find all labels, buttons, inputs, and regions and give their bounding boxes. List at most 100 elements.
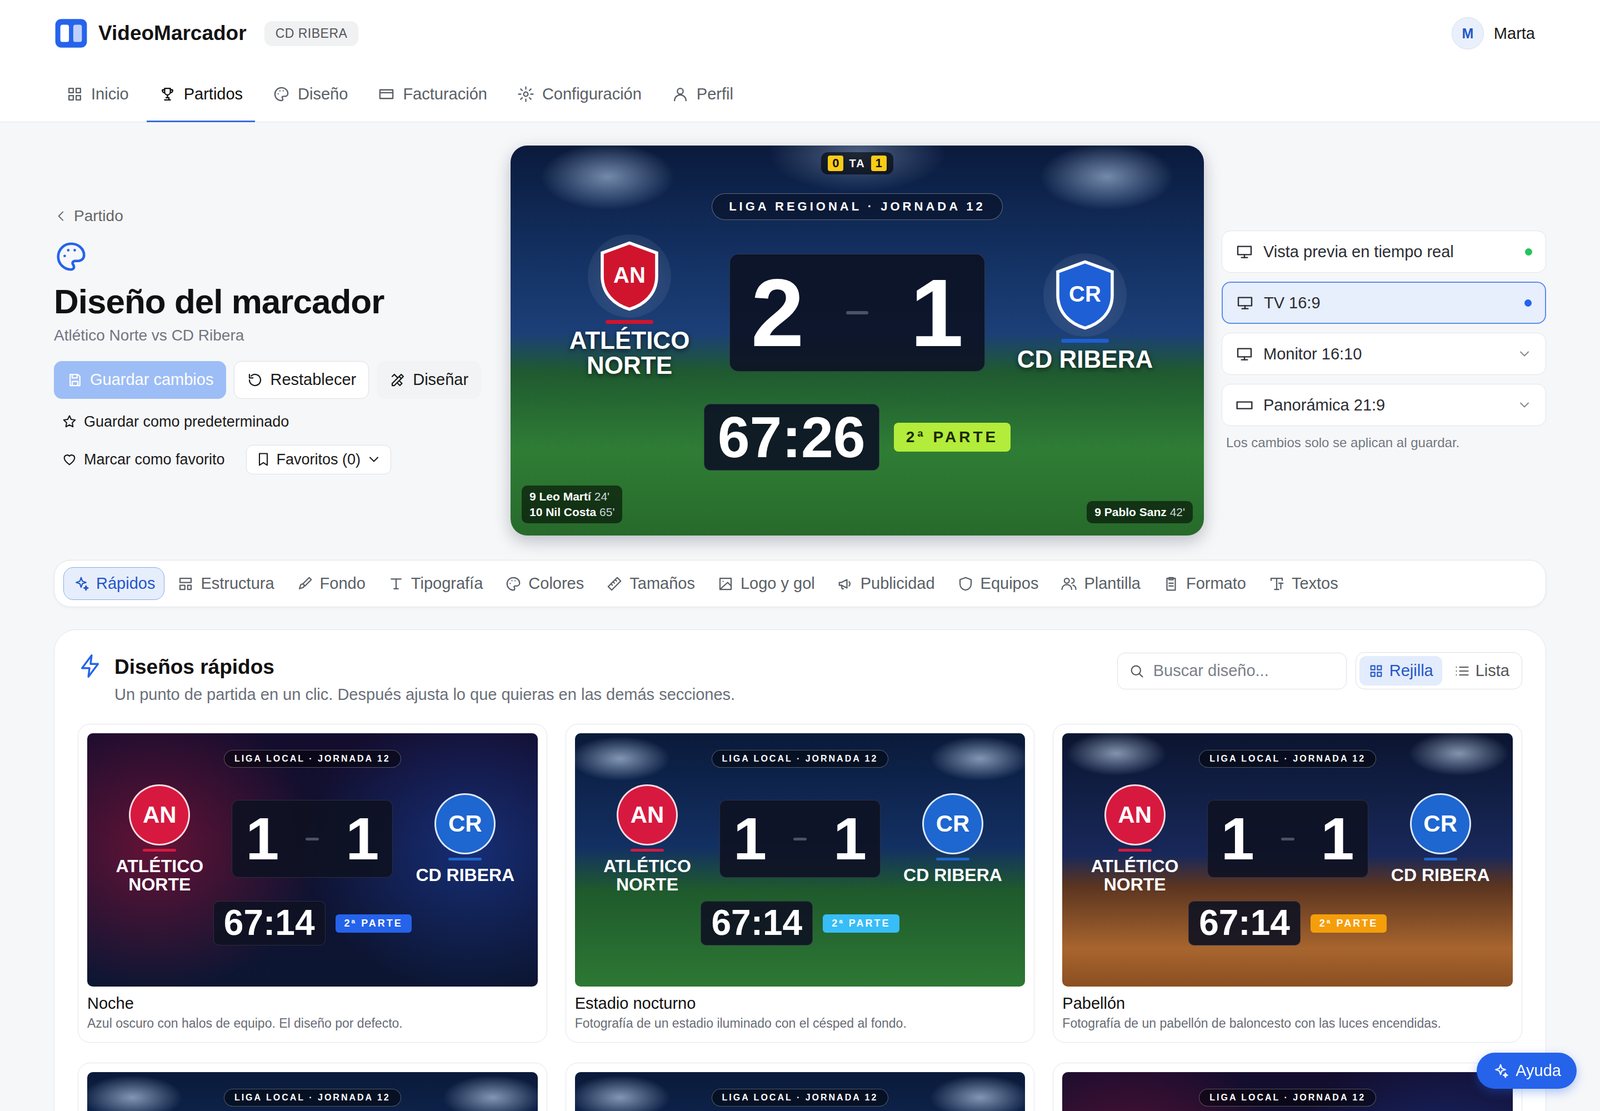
- gear-icon: [517, 85, 535, 103]
- design-card[interactable]: LIGA LOCAL · JORNADA 12ANATLÉTICO NORTEC…: [565, 723, 1035, 1043]
- back-link[interactable]: Partido: [53, 207, 493, 225]
- lightning-icon: [77, 653, 104, 679]
- reset-button[interactable]: Restablecer: [233, 361, 369, 399]
- design-card[interactable]: LIGA LOCAL · JORNADA 12: [77, 1062, 548, 1111]
- user-name: Marta: [1493, 24, 1535, 43]
- page-info: PartidoDiseño del marcadorAtlético Norte…: [53, 145, 493, 536]
- design-search[interactable]: [1117, 652, 1347, 690]
- team: CRCD RIBERA: [891, 793, 1014, 885]
- help-button[interactable]: Ayuda: [1476, 1052, 1577, 1089]
- nav-label: Configuración: [542, 85, 642, 104]
- team-name: CD RIBERA: [415, 866, 515, 885]
- team-color-bar: [1118, 848, 1152, 852]
- nav-item[interactable]: Perfil: [659, 66, 746, 122]
- user-menu[interactable]: M Marta: [1451, 17, 1535, 50]
- save-button[interactable]: Guardar cambios: [53, 361, 227, 399]
- team-color-bar: [448, 857, 482, 861]
- section-tab[interactable]: Equipos: [947, 567, 1049, 600]
- design-button[interactable]: Diseñar: [376, 361, 482, 399]
- design-card[interactable]: LIGA LOCAL · JORNADA 12: [1052, 1062, 1523, 1111]
- team-crest: AN: [616, 784, 678, 846]
- screen-option[interactable]: Panorámica 21:9: [1221, 383, 1547, 427]
- quick-designs: Diseños rápidosUn punto de partida en un…: [53, 629, 1547, 1111]
- match-clock: 67:14: [213, 901, 326, 946]
- section-tab[interactable]: Estructura: [167, 567, 284, 600]
- team-name: CD RIBERA: [903, 866, 1003, 885]
- chevron-down-icon: [366, 451, 382, 468]
- score-row: ANATLÉTICO NORTECRCD RIBERA21: [546, 234, 1169, 392]
- period-badge: 2ª PARTE: [822, 914, 899, 933]
- quick-title: Diseños rápidos: [114, 655, 735, 679]
- search-input[interactable]: [1152, 661, 1335, 681]
- section-tab[interactable]: Formato: [1153, 567, 1256, 600]
- home-score: 1: [1221, 808, 1255, 869]
- nav-item[interactable]: Facturación: [365, 66, 500, 122]
- score-separator: [305, 837, 319, 841]
- section-tab[interactable]: Plantilla: [1051, 567, 1150, 600]
- grid-icon: [1368, 663, 1384, 679]
- user-avatar: M: [1451, 17, 1484, 50]
- live-preview-toggle[interactable]: Vista previa en tiempo real: [1221, 230, 1547, 273]
- design-card[interactable]: LIGA LOCAL · JORNADA 12: [565, 1062, 1035, 1111]
- team: CRCD RIBERA: [1379, 793, 1502, 885]
- favorites-row: Marcar como favorito Favoritos (0): [53, 445, 493, 475]
- megaphone-icon: [837, 575, 854, 593]
- section-tab[interactable]: Rápidos: [63, 567, 165, 600]
- home-score: 2: [751, 265, 805, 361]
- nav-item[interactable]: Diseño: [260, 66, 360, 122]
- scorer: 9 Pablo Sanz 42': [1094, 505, 1185, 519]
- monitor-icon: [1235, 242, 1254, 261]
- team: CRCD RIBERA: [403, 793, 527, 885]
- nav-item[interactable]: Configuración: [505, 66, 654, 122]
- nav-label: Diseño: [297, 85, 348, 104]
- main: PartidoDiseño del marcadorAtlético Norte…: [0, 122, 1600, 1111]
- favorite-link[interactable]: Marcar como favorito: [53, 451, 225, 469]
- nav-item[interactable]: Inicio: [53, 66, 142, 122]
- brand[interactable]: VideoMarcadorCD RIBERA: [53, 16, 359, 51]
- favorites-dropdown[interactable]: Favoritos (0): [246, 445, 392, 475]
- clock-row: 67:262ª PARTE: [703, 403, 1012, 471]
- design-thumbnail: LIGA LOCAL · JORNADA 12: [575, 1072, 1026, 1111]
- top-bar: VideoMarcadorCD RIBERA M Marta: [0, 0, 1600, 67]
- section-tab[interactable]: Fondo: [287, 567, 375, 600]
- team-color-bar: [1423, 857, 1458, 861]
- period-badge: 2ª PARTE: [893, 422, 1012, 452]
- section-tab[interactable]: Tamaños: [596, 567, 705, 600]
- palette-icon: [505, 575, 522, 593]
- team-color-bar: [630, 848, 664, 852]
- home-grid-icon: [66, 85, 84, 103]
- section-tab[interactable]: Publicidad: [827, 567, 945, 600]
- competition-label: LIGA LOCAL · JORNADA 12: [711, 750, 889, 768]
- design-card[interactable]: LIGA LOCAL · JORNADA 12ANATLÉTICO NORTEC…: [77, 723, 548, 1043]
- nav-item[interactable]: Partidos: [146, 66, 255, 122]
- trophy-icon: [158, 85, 177, 103]
- section-tabs: RápidosEstructuraFondoTipografíaColoresT…: [53, 560, 1547, 608]
- back-label: Partido: [73, 207, 124, 225]
- save-note: Los cambios solo se aplican al guardar.: [1221, 435, 1547, 451]
- team-crest-icon: CR: [1053, 259, 1117, 331]
- star-icon: [61, 413, 78, 430]
- design-name: Noche: [87, 994, 538, 1013]
- ruler-icon: [606, 575, 623, 593]
- view-option[interactable]: Rejilla: [1359, 656, 1443, 686]
- home-timeouts: 0: [827, 155, 844, 172]
- section-tab[interactable]: Textos: [1258, 567, 1348, 600]
- screen-option[interactable]: TV 16:9: [1221, 281, 1547, 324]
- nav-label: Inicio: [91, 85, 129, 104]
- section-tab[interactable]: Logo y gol: [707, 567, 825, 600]
- team-crest-icon: AN: [598, 240, 661, 312]
- sparkles-icon: [1492, 1062, 1509, 1080]
- team: ANATLÉTICO NORTE: [98, 784, 221, 894]
- view-option[interactable]: Lista: [1445, 656, 1519, 686]
- design-grid: LIGA LOCAL · JORNADA 12 ANATLÉTICO NORTE C…: [77, 723, 1523, 1111]
- design-card[interactable]: LIGA LOCAL · JORNADA 12ANATLÉTICO NORTEC…: [1052, 723, 1523, 1043]
- heart-icon: [61, 451, 78, 468]
- section-tab[interactable]: Tipografía: [378, 567, 493, 600]
- save-default-link[interactable]: Guardar como predeterminado: [53, 413, 493, 431]
- pencil-ruler-icon: [389, 371, 407, 389]
- design-thumbnail: LIGA LOCAL · JORNADA 12ANATLÉTICO NORTEC…: [575, 733, 1026, 987]
- design-description: Fotografía de un estadio iluminado con e…: [575, 1016, 1026, 1032]
- score-box: 21: [729, 253, 985, 372]
- screen-option[interactable]: Monitor 16:10: [1221, 332, 1547, 375]
- section-tab[interactable]: Colores: [495, 567, 594, 600]
